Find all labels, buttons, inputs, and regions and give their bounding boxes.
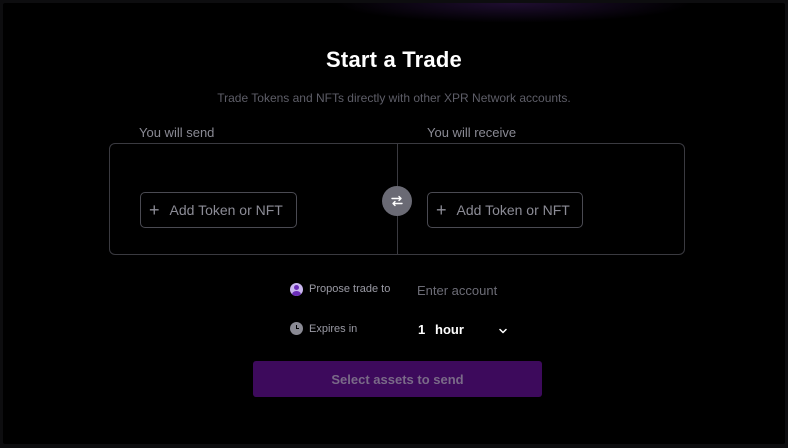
trade-panel: Start a Trade Trade Tokens and NFTs dire… — [3, 3, 785, 444]
account-input[interactable] — [417, 280, 557, 300]
expires-in-label: Expires in — [309, 323, 358, 335]
add-send-asset-label: Add Token or NFT — [169, 202, 283, 218]
swap-button[interactable] — [382, 186, 412, 216]
add-receive-asset-button[interactable]: + Add Token or NFT — [427, 192, 583, 228]
plus-icon: + — [436, 200, 447, 220]
send-column-label: You will send — [139, 125, 215, 140]
top-glow-decoration — [333, 3, 693, 23]
page-title: Start a Trade — [326, 47, 462, 72]
user-avatar-icon — [290, 283, 303, 296]
expires-unit-value: hour — [435, 322, 464, 337]
chevron-down-icon — [499, 326, 507, 336]
select-assets-submit-button[interactable]: Select assets to send — [253, 361, 542, 397]
clock-icon — [290, 322, 303, 335]
plus-icon: + — [149, 200, 160, 220]
page-subtitle: Trade Tokens and NFTs directly with othe… — [217, 91, 571, 105]
expires-unit-select[interactable]: hour — [435, 322, 507, 337]
swap-arrows-icon — [391, 195, 403, 207]
propose-trade-label: Propose trade to — [309, 283, 391, 295]
expires-amount-input[interactable]: 1 — [418, 322, 425, 337]
add-send-asset-button[interactable]: + Add Token or NFT — [140, 192, 297, 228]
trade-assets-box: + Add Token or NFT + Add Token or NFT — [109, 143, 685, 255]
add-receive-asset-label: Add Token or NFT — [456, 202, 570, 218]
receive-column-label: You will receive — [427, 125, 517, 140]
